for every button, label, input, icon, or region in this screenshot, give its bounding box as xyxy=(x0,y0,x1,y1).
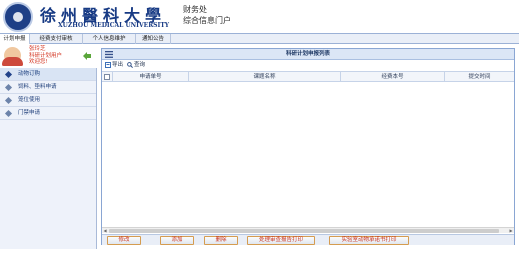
diamond-bullet-icon xyxy=(4,70,13,79)
footer-spacer xyxy=(0,249,519,259)
list-icon xyxy=(105,51,113,58)
university-name-en: XUZHOU MEDICAL UNIVERSITY xyxy=(58,22,170,29)
sidebar-item-label: 笼位使用 xyxy=(18,97,41,103)
col-fund-account-no[interactable]: 经费本号 xyxy=(340,72,444,82)
logout-arrow-icon[interactable] xyxy=(83,52,91,60)
sidebar-item-animal-order[interactable]: 动物订购 xyxy=(0,68,96,81)
sidebar-item-label: 饲料、垫料申请 xyxy=(18,84,57,90)
portal-title: 财务处 综合信息门户 xyxy=(183,4,231,26)
print-lab-animal-commitment-button[interactable]: 实验室动物承诺书打印 xyxy=(329,236,409,245)
tab-plan-declaration[interactable]: 计划申报 xyxy=(0,34,30,44)
diamond-bullet-icon xyxy=(4,83,13,92)
header: 徐州醫科大學 XUZHOU MEDICAL UNIVERSITY 财务处 综合信… xyxy=(0,0,519,33)
avatar xyxy=(2,47,23,66)
delete-button[interactable]: 删除 xyxy=(204,236,238,245)
select-all-checkbox[interactable] xyxy=(104,74,110,80)
panel-title: 科研计划申报列表 xyxy=(285,51,330,57)
diamond-bullet-icon xyxy=(4,96,13,105)
col-project-name[interactable]: 课题名称 xyxy=(188,72,340,82)
department-name: 财务处 xyxy=(183,5,207,14)
action-button-bar: 修改 添加 删除 处理审查报告打印 实验室动物承诺书打印 xyxy=(102,234,514,245)
sidebar-item-feed-bedding[interactable]: 饲料、垫料申请 xyxy=(0,81,96,94)
scrollbar-thumb[interactable] xyxy=(109,229,499,233)
scroll-left-icon[interactable]: ◀ xyxy=(102,228,108,233)
sidebar: 张玲芝 科研计划用户 欢迎您! 动物订购 饲料、垫料申请 笼位使用 门禁申请 xyxy=(0,44,97,259)
sidebar-item-cage-usage[interactable]: 笼位使用 xyxy=(0,94,96,107)
portal-name: 综合信息门户 xyxy=(183,16,231,25)
search-button[interactable]: 查询 xyxy=(127,60,149,70)
export-button[interactable]: 导出 xyxy=(105,60,127,70)
tab-personal-info[interactable]: 个人信息维护 xyxy=(83,34,136,44)
tab-payment-review[interactable]: 经费支付审核 xyxy=(30,34,83,44)
research-plan-list-panel: 科研计划申报列表 导出 查询 申请单号 课题名称 经费本号 提交时间 ◀ ▶ 修… xyxy=(101,48,515,245)
col-submit-time[interactable]: 提交时间 xyxy=(444,72,514,82)
export-icon xyxy=(105,62,111,68)
export-label: 导出 xyxy=(112,62,124,68)
page-root: 徐州醫科大學 XUZHOU MEDICAL UNIVERSITY 财务处 综合信… xyxy=(0,0,519,259)
university-seal-logo xyxy=(3,2,33,32)
col-application-no[interactable]: 申请单号 xyxy=(112,72,188,82)
user-greeting: 欢迎您! xyxy=(29,59,48,65)
user-text: 张玲芝 科研计划用户 欢迎您! xyxy=(29,46,62,66)
edit-button[interactable]: 修改 xyxy=(107,236,141,245)
panel-toolbar: 导出 查询 xyxy=(102,60,514,70)
diamond-bullet-icon xyxy=(4,109,13,118)
tab-notices[interactable]: 通知公告 xyxy=(136,34,171,44)
table-header: 申请单号 课题名称 经费本号 提交时间 xyxy=(102,71,514,82)
horizontal-scrollbar[interactable]: ◀ ▶ xyxy=(102,227,514,233)
scroll-right-icon[interactable]: ▶ xyxy=(508,228,514,233)
panel-header: 科研计划申报列表 xyxy=(102,49,514,60)
search-label: 查询 xyxy=(134,62,146,68)
search-icon xyxy=(127,62,133,68)
sidebar-item-label: 门禁申请 xyxy=(18,110,41,116)
add-button[interactable]: 添加 xyxy=(160,236,194,245)
user-info: 张玲芝 科研计划用户 欢迎您! xyxy=(0,44,97,68)
top-nav: 计划申报 经费支付审核 个人信息维护 通知公告 xyxy=(0,33,519,44)
sidebar-item-access-request[interactable]: 门禁申请 xyxy=(0,107,96,120)
sidebar-item-label: 动物订购 xyxy=(18,71,41,77)
print-review-report-button[interactable]: 处理审查报告打印 xyxy=(247,236,315,245)
